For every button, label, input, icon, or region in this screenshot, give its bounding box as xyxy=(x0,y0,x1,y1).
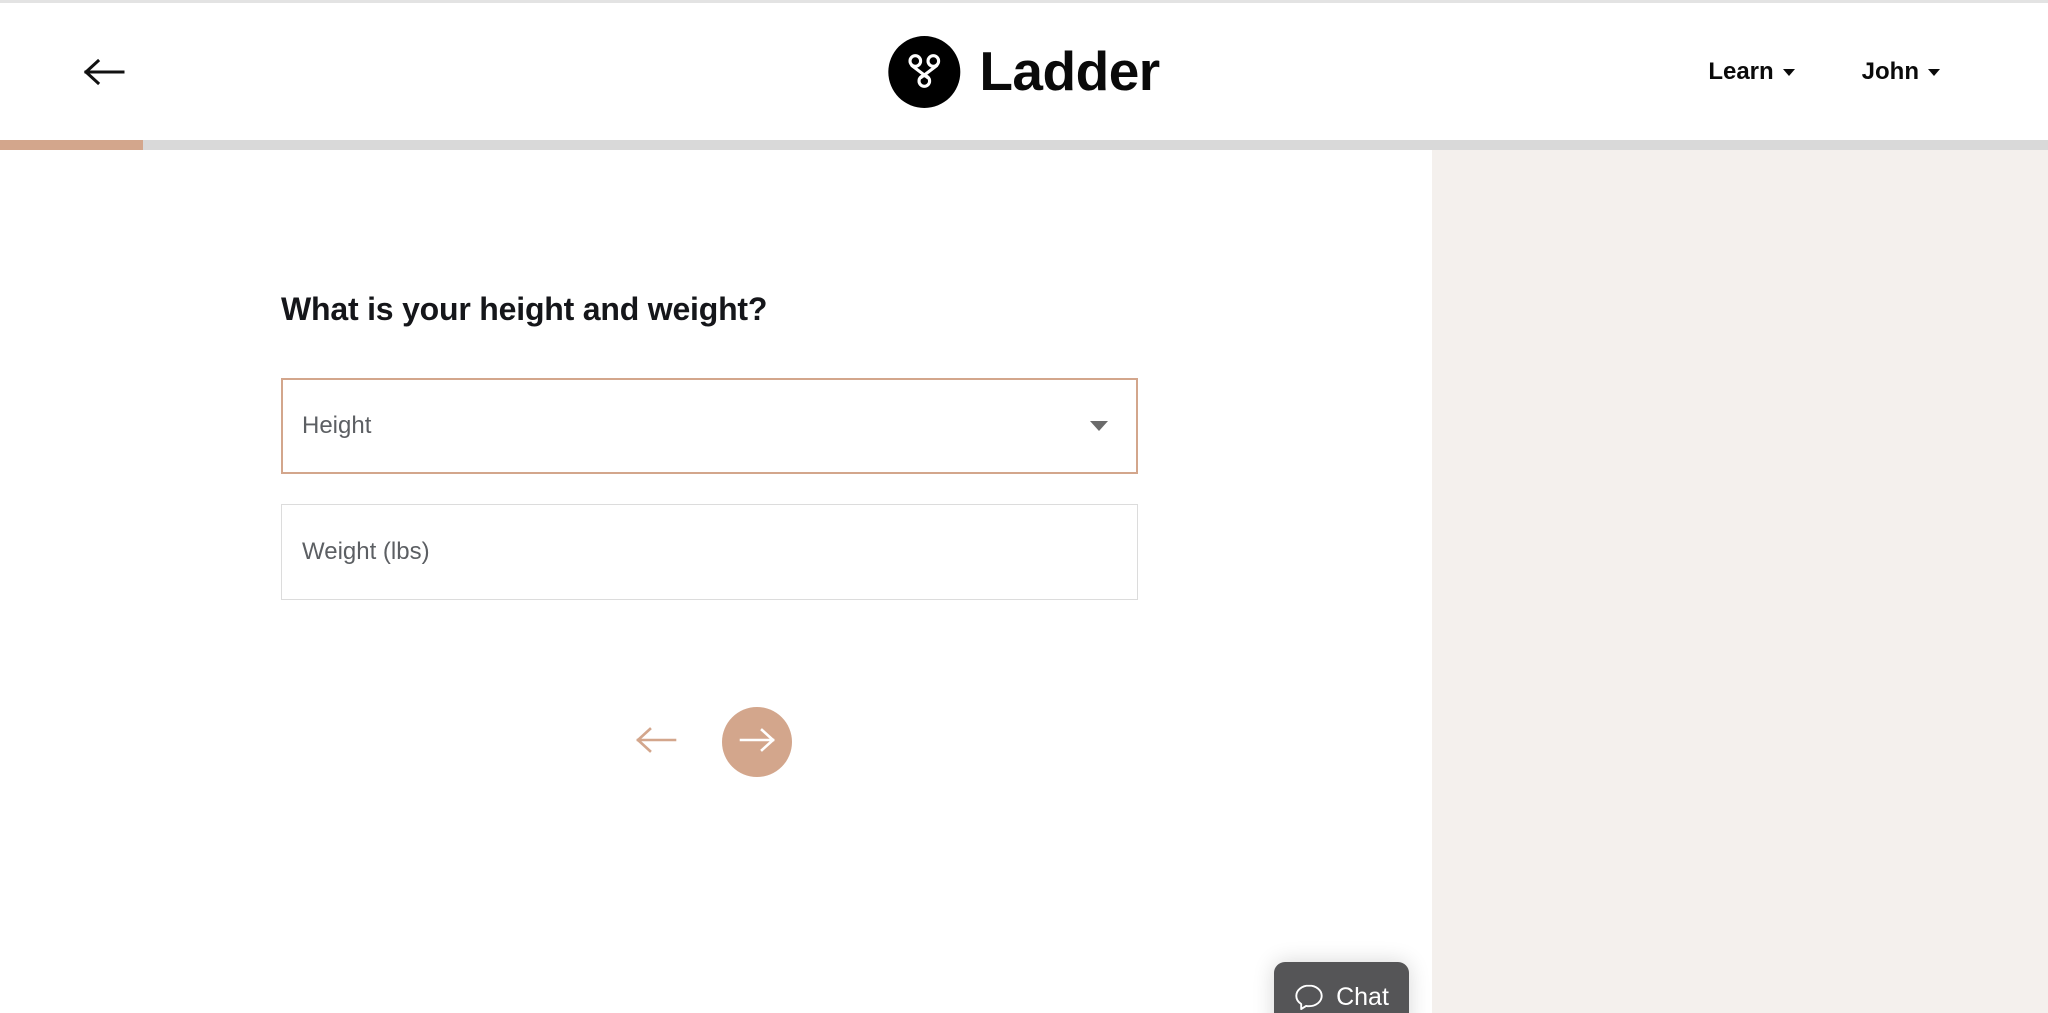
nav-item-learn-label: Learn xyxy=(1708,57,1774,85)
nav-item-account[interactable]: John xyxy=(1861,57,1940,85)
progress-bar-fill xyxy=(0,140,144,150)
arrow-left-icon xyxy=(83,58,125,86)
chat-launcher[interactable]: Chat xyxy=(1274,962,1409,1013)
form-navigation xyxy=(281,707,1138,777)
weight-input[interactable]: Weight (lbs) xyxy=(281,504,1138,601)
nav-item-learn[interactable]: Learn xyxy=(1708,57,1795,85)
decorative-side-panel xyxy=(1432,150,2048,1013)
onboarding-page: Ladder Learn John What is your height an… xyxy=(0,0,2048,1013)
speech-bubble-icon xyxy=(1294,983,1324,1012)
chevron-down-icon xyxy=(1928,69,1940,76)
arrow-right-icon xyxy=(739,727,775,757)
brand-logo[interactable]: Ladder xyxy=(888,35,1160,108)
next-step-button[interactable] xyxy=(721,707,792,777)
form-panel: What is your height and weight? Height W… xyxy=(0,150,1432,1013)
previous-step-button[interactable] xyxy=(628,714,684,770)
nav-item-account-label: John xyxy=(1861,57,1919,85)
header-back-button[interactable] xyxy=(78,50,130,94)
chat-launcher-label: Chat xyxy=(1336,982,1389,1011)
ladder-knot-logo-icon xyxy=(888,35,961,108)
height-select-placeholder: Height xyxy=(302,412,372,440)
height-select[interactable]: Height xyxy=(281,378,1138,475)
arrow-left-icon xyxy=(635,726,677,759)
question-form: What is your height and weight? Height W… xyxy=(281,290,1138,601)
chevron-down-icon xyxy=(1782,69,1795,76)
weight-input-placeholder: Weight (lbs) xyxy=(302,538,430,566)
brand-name: Ladder xyxy=(979,40,1160,102)
site-header: Ladder Learn John xyxy=(0,3,2048,140)
header-nav: Learn John xyxy=(1708,57,1940,85)
caret-down-icon[interactable] xyxy=(1090,421,1108,432)
onboarding-progress-bar xyxy=(0,140,2048,150)
page-title: What is your height and weight? xyxy=(281,291,768,327)
